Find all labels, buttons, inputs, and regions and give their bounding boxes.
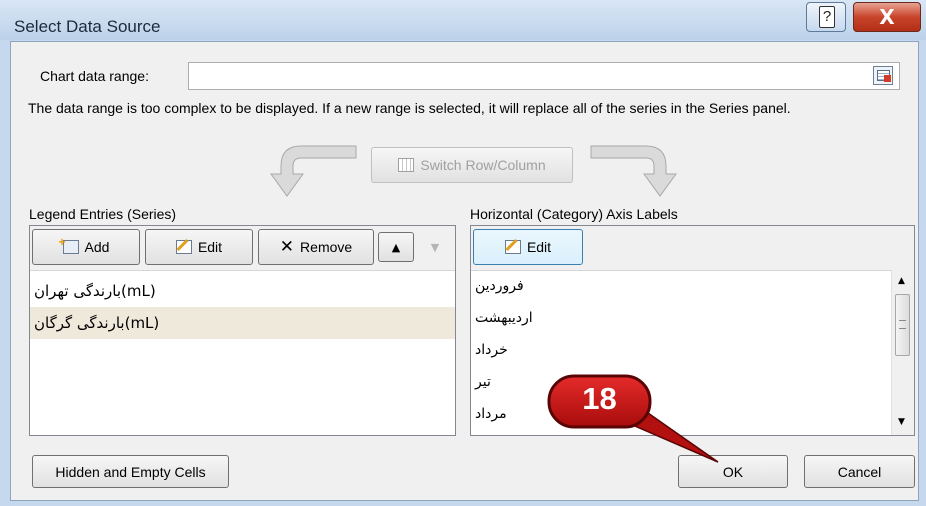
select-data-source-dialog: Select Data Source ? X Chart data range:…: [0, 0, 926, 506]
step-callout-pointer: [547, 374, 719, 463]
step-number-badge: 18: [582, 381, 617, 416]
